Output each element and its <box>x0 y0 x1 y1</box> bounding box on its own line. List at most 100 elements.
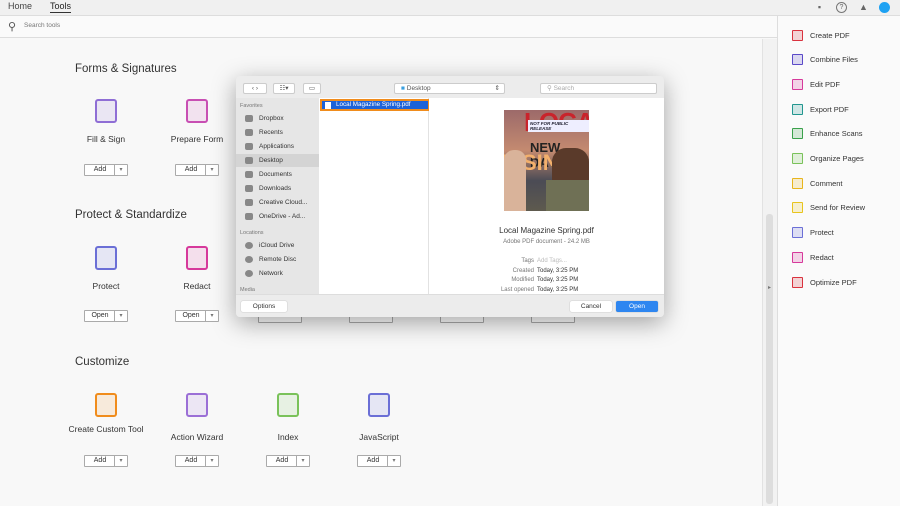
right-panel-label: Send for Review <box>810 203 866 213</box>
sidebar-item[interactable]: Downloads <box>236 182 319 195</box>
tool-card[interactable]: Prepare Form <box>157 99 237 145</box>
scrollbar[interactable]: ▸ <box>762 39 777 506</box>
tool-action-label[interactable]: Open <box>176 311 206 321</box>
right-panel-item[interactable]: Organize Pages <box>792 152 864 166</box>
place-icon <box>245 213 253 220</box>
tool-action-label[interactable]: Add <box>176 456 206 466</box>
location-select[interactable]: ■ Desktop ⇕ <box>394 83 505 94</box>
tool-action-label[interactable]: Add <box>267 456 297 466</box>
chevron-down-icon[interactable]: ▾ <box>387 456 400 466</box>
view-mode-button[interactable]: ☷▾ <box>273 83 295 94</box>
open-file-dialog: ‹ › ☷▾ ▭ ■ Desktop ⇕ ⚲ Search Favorites Dr… <box>236 76 664 317</box>
back-forward-buttons[interactable]: ‹ › <box>243 83 267 94</box>
bell-icon[interactable]: ▲ <box>858 2 869 13</box>
right-panel-item[interactable]: Create PDF <box>792 28 850 42</box>
avatar[interactable] <box>879 2 890 13</box>
tool-action-button[interactable]: Add ▾ <box>357 455 401 467</box>
redact-icon <box>186 246 208 270</box>
tool-card[interactable]: JavaScript <box>331 393 427 443</box>
tool-action-button[interactable]: Add ▾ <box>266 455 310 467</box>
right-panel-item[interactable]: Edit PDF <box>792 77 840 91</box>
magazine-cover-image: LOCAL NOT FOR PUBLIC RELEASE NEW DAY RIS… <box>504 110 589 211</box>
sidebar-item[interactable]: iCloud Drive <box>236 239 319 252</box>
tool-action-label[interactable]: Add <box>176 165 206 175</box>
tool-action-label[interactable]: Add <box>85 456 115 466</box>
new-folder-button[interactable]: ▭ <box>303 83 321 94</box>
sidebar-item-label: Creative Cloud... <box>259 199 308 206</box>
locations-heading: Locations <box>240 230 264 236</box>
right-panel-item[interactable]: Enhance Scans <box>792 127 863 141</box>
tool-card[interactable]: Index <box>240 393 336 443</box>
help-icon[interactable]: ? <box>836 2 847 13</box>
sidebar-item[interactable]: Recents <box>236 126 319 139</box>
tool-action-button[interactable]: Add ▾ <box>84 455 128 467</box>
place-icon <box>245 129 253 136</box>
search-bar[interactable]: ⚲ Search tools <box>0 16 777 38</box>
collapse-panel-icon[interactable]: ▸ <box>768 284 771 291</box>
right-panel-item[interactable]: Combine Files <box>792 53 858 67</box>
tab-tools[interactable]: Tools <box>50 1 72 13</box>
sidebar-item-label: Dropbox <box>259 115 284 122</box>
tool-card[interactable]: Redact <box>157 246 237 292</box>
tool-action-button[interactable]: Open ▾ <box>84 310 128 322</box>
right-panel-item[interactable]: Optimize PDF <box>792 275 857 289</box>
sidebar-item[interactable]: Documents <box>236 168 319 181</box>
tool-label: Index <box>277 432 299 442</box>
cancel-button[interactable]: Cancel <box>570 301 612 312</box>
sidebar-item[interactable]: Creative Cloud... <box>236 196 319 209</box>
dialog-search-input[interactable]: ⚲ Search <box>540 83 657 94</box>
tool-action-label[interactable]: Open <box>85 311 115 321</box>
sidebar-item[interactable]: Applications <box>236 140 319 153</box>
tool-action-label[interactable]: Add <box>85 165 115 175</box>
tool-action-button[interactable]: Add ▾ <box>175 455 219 467</box>
favorites-heading: Favorites <box>240 103 263 109</box>
sidebar-item-label: Downloads <box>259 185 292 192</box>
tool-card[interactable]: Action Wizard <box>149 393 245 443</box>
sidebar-item[interactable]: Desktop <box>236 154 319 167</box>
right-panel-item[interactable]: Redact <box>792 250 834 264</box>
chevron-down-icon[interactable]: ▾ <box>114 456 127 466</box>
tool-action-label[interactable]: Add <box>358 456 388 466</box>
right-panel-item[interactable]: Comment <box>792 176 843 190</box>
sidebar-item[interactable]: Dropbox <box>236 112 319 125</box>
tool-label: Action Wizard <box>170 432 224 442</box>
chevron-down-icon[interactable]: ▾ <box>114 165 127 175</box>
section-title: Forms & Signatures <box>75 63 177 75</box>
chat-icon[interactable]: ▪ <box>814 2 825 13</box>
chevron-down-icon[interactable]: ▾ <box>296 456 309 466</box>
sidebar-item-label: OneDrive - Ad... <box>259 213 306 220</box>
tool-action-button[interactable]: Add ▾ <box>175 164 219 176</box>
chevron-down-icon[interactable]: ▾ <box>205 456 218 466</box>
options-button[interactable]: Options <box>241 301 287 312</box>
tool-card[interactable]: Create Custom Tool <box>58 393 154 435</box>
right-panel-label: Optimize PDF <box>810 277 857 287</box>
search-input[interactable]: Search tools <box>24 22 60 29</box>
location-label: Desktop <box>406 85 431 92</box>
sidebar-item[interactable]: Network <box>236 267 319 280</box>
tool-card[interactable]: Protect <box>66 246 146 292</box>
right-panel-item[interactable]: Protect <box>792 226 834 240</box>
chevron-down-icon[interactable]: ▾ <box>205 165 218 175</box>
chevron-down-icon[interactable]: ▾ <box>114 311 127 321</box>
tool-action-button[interactable]: Open ▾ <box>175 310 219 322</box>
tool-action-button[interactable]: Add ▾ <box>84 164 128 176</box>
sidebar-item[interactable]: OneDrive - Ad... <box>236 210 319 223</box>
tool-label: JavaScript <box>359 432 399 442</box>
tab-home[interactable]: Home <box>8 1 32 11</box>
sidebar-item[interactable]: Remote Disc <box>236 253 319 266</box>
meta-value[interactable]: Add Tags... <box>537 258 567 264</box>
right-panel-item[interactable]: Export PDF <box>792 102 849 116</box>
place-icon <box>245 270 253 277</box>
right-panel-label: Edit PDF <box>810 79 841 89</box>
right-panel-item[interactable]: Send for Review <box>792 201 865 215</box>
file-name: Local Magazine Spring.pdf <box>336 101 411 108</box>
file-preview: LOCAL NOT FOR PUBLIC RELEASE NEW DAY RIS… <box>429 98 664 294</box>
shield-icon <box>95 246 117 270</box>
open-button[interactable]: Open <box>616 301 658 312</box>
chevron-down-icon[interactable]: ▾ <box>205 311 218 321</box>
file-item-selected[interactable]: Local Magazine Spring.pdf <box>320 99 430 111</box>
tool-icon <box>792 103 803 115</box>
folder-icon: ■ <box>401 85 405 92</box>
meta-key: Modified <box>511 277 534 284</box>
tool-card[interactable]: Fill & Sign <box>66 99 146 145</box>
